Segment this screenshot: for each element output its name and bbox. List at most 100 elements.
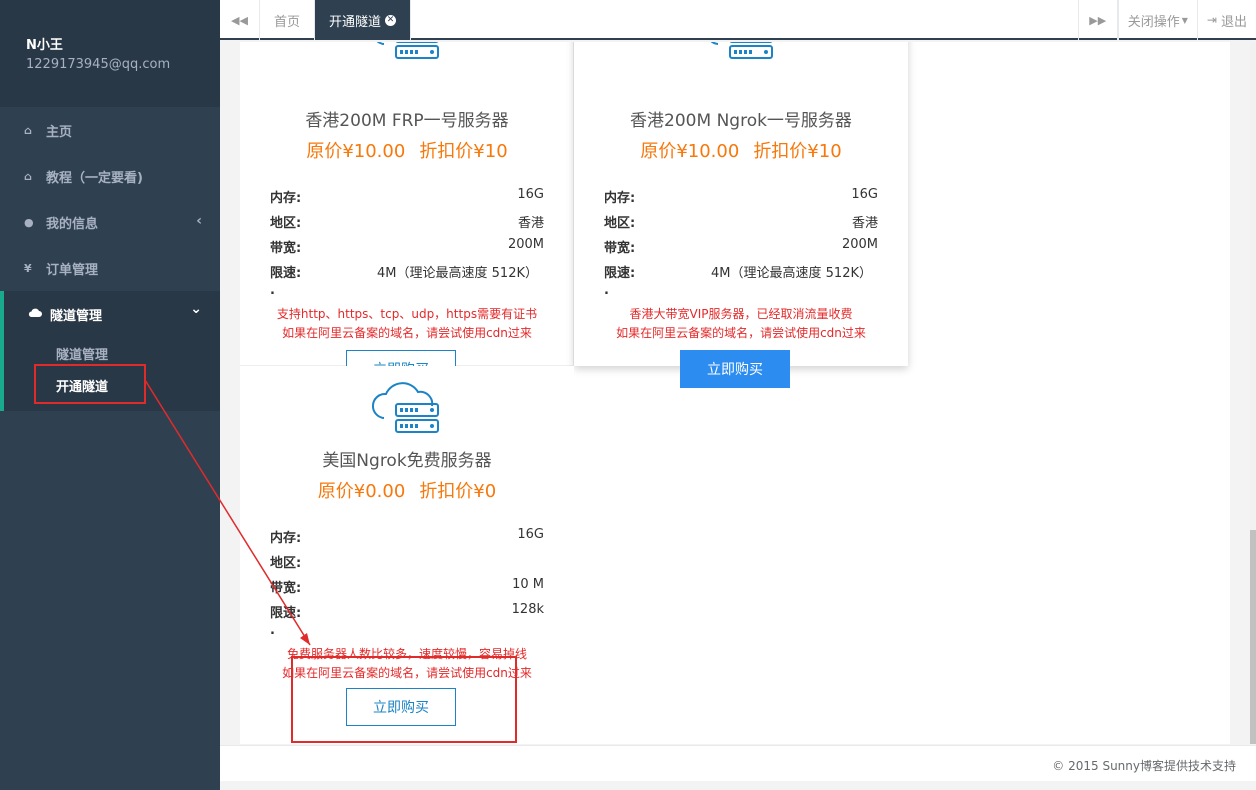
spec-key: 地区:	[270, 556, 302, 571]
user-icon: ●	[24, 215, 34, 229]
sidebar-item-tutorial[interactable]: ⌂ 教程（一定要看)	[0, 153, 220, 199]
server-price: 原价¥10.00 折扣价¥10	[574, 137, 908, 163]
caret-down-icon: ▼	[1181, 15, 1188, 25]
original-price: 原价¥10.00	[306, 141, 406, 162]
spec-row: 内存: 16G	[270, 527, 544, 552]
home-icon: ⌂	[24, 123, 32, 137]
spec-key: 内存:	[270, 531, 302, 546]
spec-key: 地区:	[604, 216, 636, 231]
annotation-box-sidebar	[34, 364, 146, 404]
copyright: © 2015 Sunny博客提供技术支持	[1052, 759, 1236, 773]
spec-row: 限速: 4M（理论最高速度 512K）	[604, 262, 878, 287]
cloud-server-icon	[706, 42, 776, 62]
tab-open-tunnel[interactable]: 开通隧道 ✕	[315, 0, 412, 40]
logout-icon: ⇥	[1206, 13, 1217, 27]
discount-price: 折扣价¥0	[419, 481, 497, 502]
note-line: 支持http、https、tcp、udp，https需要有证书	[276, 307, 538, 321]
spec-row: 地区: 香港	[604, 212, 878, 237]
server-card: 香港200M Ngrok一号服务器 原价¥10.00 折扣价¥10 内存: 16G …	[574, 42, 908, 388]
spec-key: 带宽:	[270, 241, 302, 256]
tab-home[interactable]: 首页	[260, 0, 316, 40]
spec-row: 限速: 128k	[270, 602, 544, 627]
note-line: 如果在阿里云备案的域名，请尝试使用cdn过来	[616, 326, 866, 340]
sidebar-item-label: 订单管理	[46, 262, 99, 278]
spec-dot: .	[270, 623, 275, 638]
discount-price: 折扣价¥10	[419, 141, 508, 162]
spec-dot: .	[270, 283, 275, 298]
server-title: 香港200M FRP一号服务器	[305, 111, 509, 131]
spec-value: 香港	[517, 216, 544, 231]
original-price: 原价¥0.00	[317, 481, 406, 502]
sidebar-item-label: 隧道管理	[50, 308, 103, 324]
chevron-left-icon: ‹	[196, 213, 202, 229]
spec-value: 16G	[517, 527, 544, 542]
tab-scroll-left-button[interactable]: ◀◀	[220, 0, 260, 40]
original-price: 原价¥10.00	[640, 141, 740, 162]
tab-bar: ◀◀ 首页 开通隧道 ✕ ▶▶ 关闭操作 ▼ ⇥ 退出	[220, 0, 1256, 40]
logout-button[interactable]: ⇥ 退出	[1196, 0, 1256, 40]
cloud-server-icon	[372, 380, 442, 436]
user-email: 1229173945@qq.com	[26, 57, 171, 72]
tab-bar-actions: ▶▶ 关闭操作 ▼ ⇥ 退出	[1077, 0, 1256, 40]
spec-value: 10 M	[512, 577, 544, 592]
server-note: 香港大带宽VIP服务器，已经取消流量收费 如果在阿里云备案的域名，请尝试使用cd…	[574, 305, 908, 343]
sidebar-item-label: 我的信息	[46, 216, 99, 232]
close-operations-dropdown[interactable]: 关闭操作 ▼	[1117, 0, 1197, 40]
close-operations-label: 关闭操作	[1127, 14, 1180, 30]
chevron-down-icon: ⌄	[190, 301, 202, 317]
server-title: 美国Ngrok免费服务器	[322, 451, 492, 471]
server-title: 香港200M Ngrok一号服务器	[630, 111, 852, 131]
spec-value: 香港	[851, 216, 878, 231]
spec-key: 带宽:	[270, 581, 302, 596]
user-profile: N小王 1229173945@qq.com	[0, 0, 220, 107]
sidebar-item-label: 主页	[46, 124, 73, 140]
note-line: 如果在阿里云备案的域名，请尝试使用cdn过来	[282, 326, 532, 340]
spec-key: 限速:	[270, 606, 302, 621]
spec-key: 内存:	[270, 191, 302, 206]
spec-row: 带宽: 200M	[604, 237, 878, 262]
spec-dot: .	[604, 283, 609, 298]
scrollbar-thumb[interactable]	[1250, 530, 1256, 744]
annotation-box-buy	[291, 656, 517, 743]
server-card: 香港200M FRP一号服务器 原价¥10.00 折扣价¥10 内存: 16G 地区…	[240, 42, 574, 388]
footer: © 2015 Sunny博客提供技术支持	[220, 745, 1256, 781]
logout-label: 退出	[1220, 14, 1247, 30]
spec-key: 限速:	[270, 266, 302, 281]
tab-label: 开通隧道	[329, 14, 382, 30]
spec-key: 带宽:	[604, 241, 636, 256]
spec-value: 4M（理论最高速度 512K）	[711, 266, 872, 281]
yen-icon: ¥	[24, 261, 32, 275]
sidebar-item-label: 教程（一定要看)	[46, 170, 143, 186]
server-price: 原价¥10.00 折扣价¥10	[240, 137, 574, 163]
sidebar-item-orders[interactable]: ¥ 订单管理	[0, 245, 220, 291]
spec-key: 地区:	[270, 216, 302, 231]
spec-row: 内存: 16G	[270, 187, 544, 212]
spec-key: 限速:	[604, 266, 636, 281]
home-icon: ⌂	[24, 169, 32, 183]
user-name[interactable]: N小王	[26, 38, 220, 54]
spec-value: 200M	[507, 237, 544, 252]
spec-row: 带宽: 10 M	[270, 577, 544, 602]
spec-row: 带宽: 200M	[270, 237, 544, 262]
sidebar-item-home[interactable]: ⌂ 主页	[0, 107, 220, 153]
spec-value: 128k	[511, 602, 544, 617]
spec-key: 内存:	[604, 191, 636, 206]
spec-row: 地区:	[270, 552, 544, 577]
discount-price: 折扣价¥10	[753, 141, 842, 162]
sidebar-item-my-info[interactable]: ● 我的信息 ‹	[0, 199, 220, 245]
server-list-panel: 香港200M FRP一号服务器 原价¥10.00 折扣价¥10 内存: 16G 地区…	[240, 42, 1230, 744]
spec-row: 内存: 16G	[604, 187, 878, 212]
sidebar-item-tunnel-management[interactable]: 隧道管理 ⌄	[4, 291, 220, 337]
spec-value: 200M	[841, 237, 878, 252]
cloud-icon	[28, 308, 44, 321]
spec-row: 地区: 香港	[270, 212, 544, 237]
spec-value: 4M（理论最高速度 512K）	[377, 266, 538, 281]
main-content: 香港200M FRP一号服务器 原价¥10.00 折扣价¥10 内存: 16G 地区…	[220, 42, 1256, 744]
tab-scroll-right-button[interactable]: ▶▶	[1077, 0, 1118, 40]
cloud-server-icon	[372, 42, 442, 62]
buy-button[interactable]: 立即购买	[680, 350, 790, 388]
spec-value: 16G	[851, 187, 878, 202]
spec-value: 16G	[517, 187, 544, 202]
close-icon[interactable]: ✕	[385, 14, 397, 26]
server-price: 原价¥0.00 折扣价¥0	[240, 477, 574, 503]
